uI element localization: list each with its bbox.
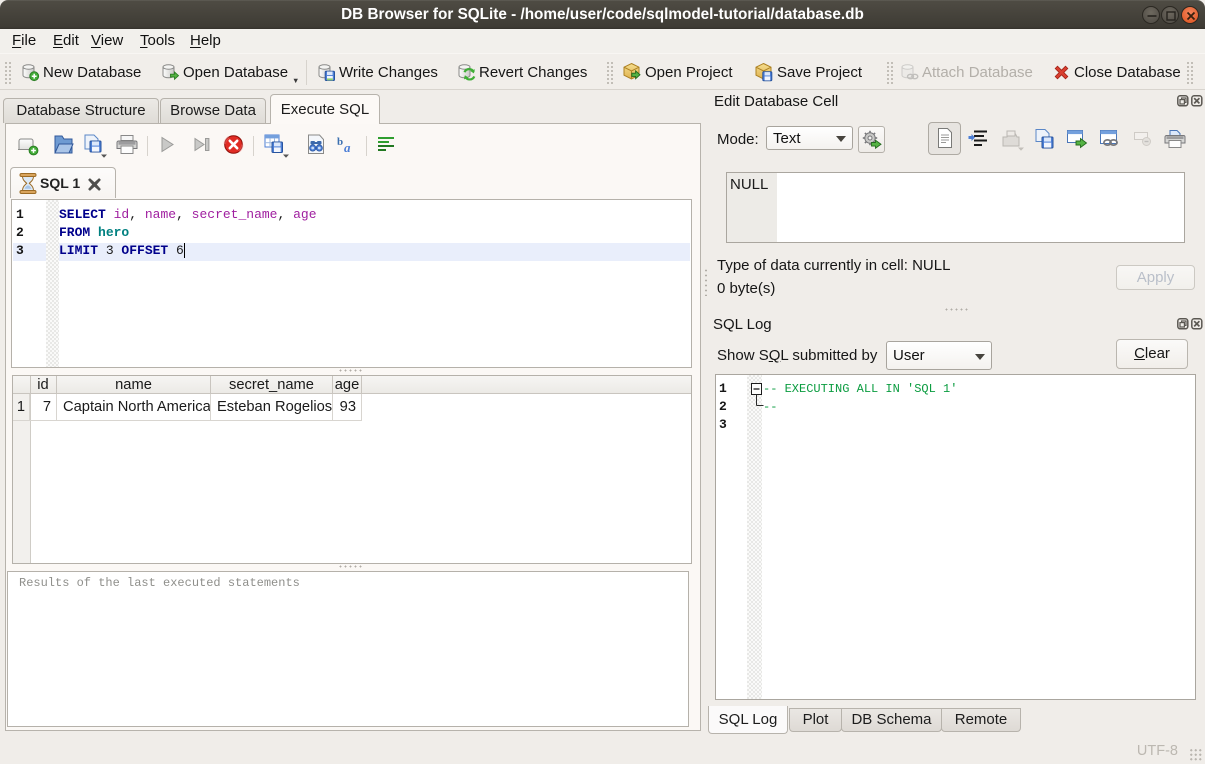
svg-text:a: a (344, 140, 351, 155)
svg-text:b: b (337, 136, 343, 148)
